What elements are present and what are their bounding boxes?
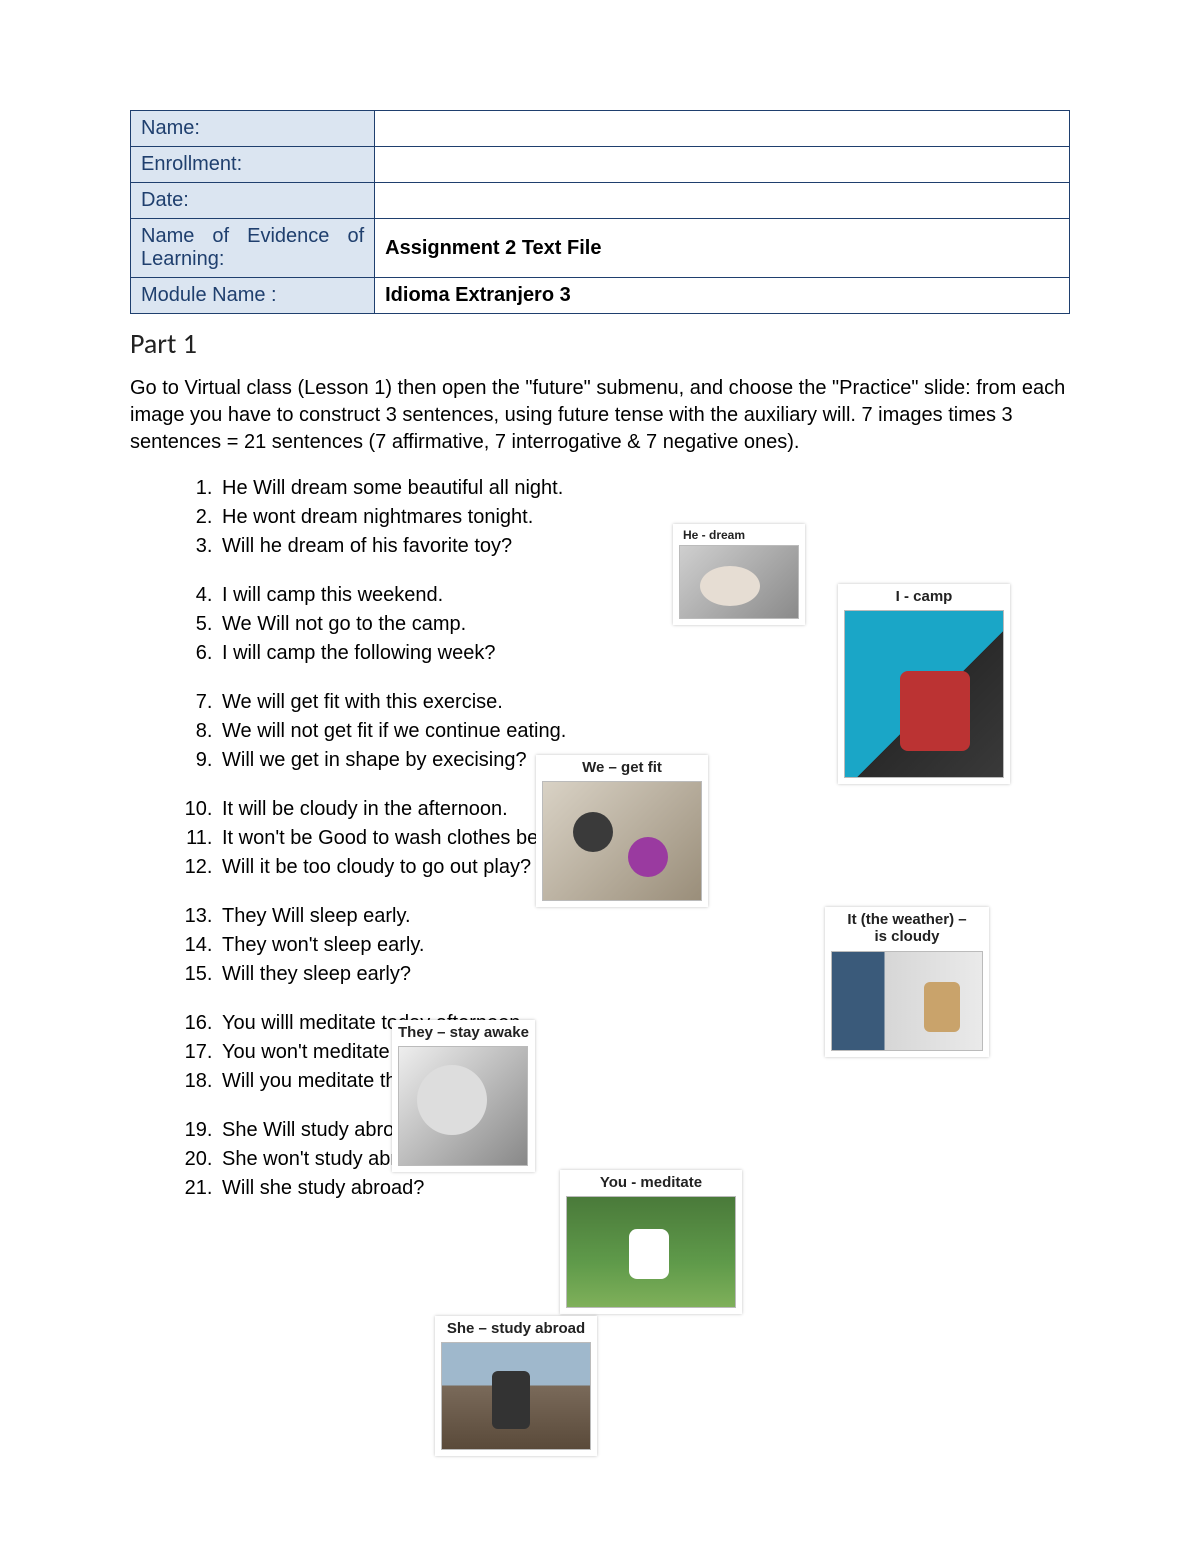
card-she-study-abroad: She – study abroad: [435, 1316, 597, 1456]
table-row: Enrollment:: [131, 147, 1070, 183]
card-caption: She – study abroad: [441, 1320, 591, 1340]
table-row: Name of Evidence of Learning: Assignment…: [131, 219, 1070, 278]
list-item: Will you meditate this afternoon?: [218, 1067, 1070, 1096]
info-value-date[interactable]: [375, 183, 1070, 219]
info-value-module: Idioma Extranjero 3: [375, 278, 1070, 314]
list-item: He wont dream nightmares tonight.: [218, 503, 1070, 532]
instructions-paragraph: Go to Virtual class (Lesson 1) then open…: [130, 375, 1070, 456]
photo-baby-sleeping: [679, 545, 799, 619]
photo-travel-abroad: [441, 1342, 591, 1450]
photo-person-bed: [398, 1046, 528, 1166]
card-they-stay-awake: They – stay awake: [392, 1020, 535, 1172]
card-weather-cloudy: It (the weather) – is cloudy: [825, 907, 989, 1057]
card-you-meditate: You - meditate: [560, 1170, 742, 1314]
list-item: Will he dream of his favorite toy?: [218, 532, 1070, 561]
info-table: Name: Enrollment: Date: Name of Evidence…: [130, 110, 1070, 314]
photo-gym-exercise: [542, 781, 702, 901]
card-he-dream: He - dream: [673, 524, 805, 625]
part-heading: Part 1: [130, 326, 1070, 361]
table-row: Name:: [131, 111, 1070, 147]
card-caption: We – get fit: [542, 759, 702, 779]
photo-camping-tent: [844, 610, 1004, 778]
list-item: He Will dream some beautiful all night.: [218, 474, 1070, 503]
list-item: She Will study abroad: [218, 1116, 1070, 1145]
info-label-date: Date:: [131, 183, 375, 219]
card-caption: I - camp: [844, 588, 1004, 608]
photo-meditation-park: [566, 1196, 736, 1308]
info-label-module: Module Name :: [131, 278, 375, 314]
info-value-enrollment[interactable]: [375, 147, 1070, 183]
card-caption: He - dream: [679, 528, 799, 545]
card-caption: You - meditate: [566, 1174, 736, 1194]
info-value-evidence: Assignment 2 Text File: [375, 219, 1070, 278]
info-label-enrollment: Enrollment:: [131, 147, 375, 183]
info-label-name: Name:: [131, 111, 375, 147]
card-caption: It (the weather) – is cloudy: [831, 911, 983, 949]
info-value-name[interactable]: [375, 111, 1070, 147]
table-row: Module Name : Idioma Extranjero 3: [131, 278, 1070, 314]
card-i-camp: I - camp: [838, 584, 1010, 784]
caption-line-1: It (the weather) –: [847, 911, 966, 928]
info-label-evidence: Name of Evidence of Learning:: [131, 219, 375, 278]
table-row: Date:: [131, 183, 1070, 219]
card-we-get-fit: We – get fit: [536, 755, 708, 907]
photo-cloudy-window: [831, 951, 983, 1051]
caption-line-2: is cloudy: [874, 928, 939, 945]
document-page: Name: Enrollment: Date: Name of Evidence…: [0, 0, 1200, 1263]
card-caption: They – stay awake: [398, 1024, 529, 1044]
